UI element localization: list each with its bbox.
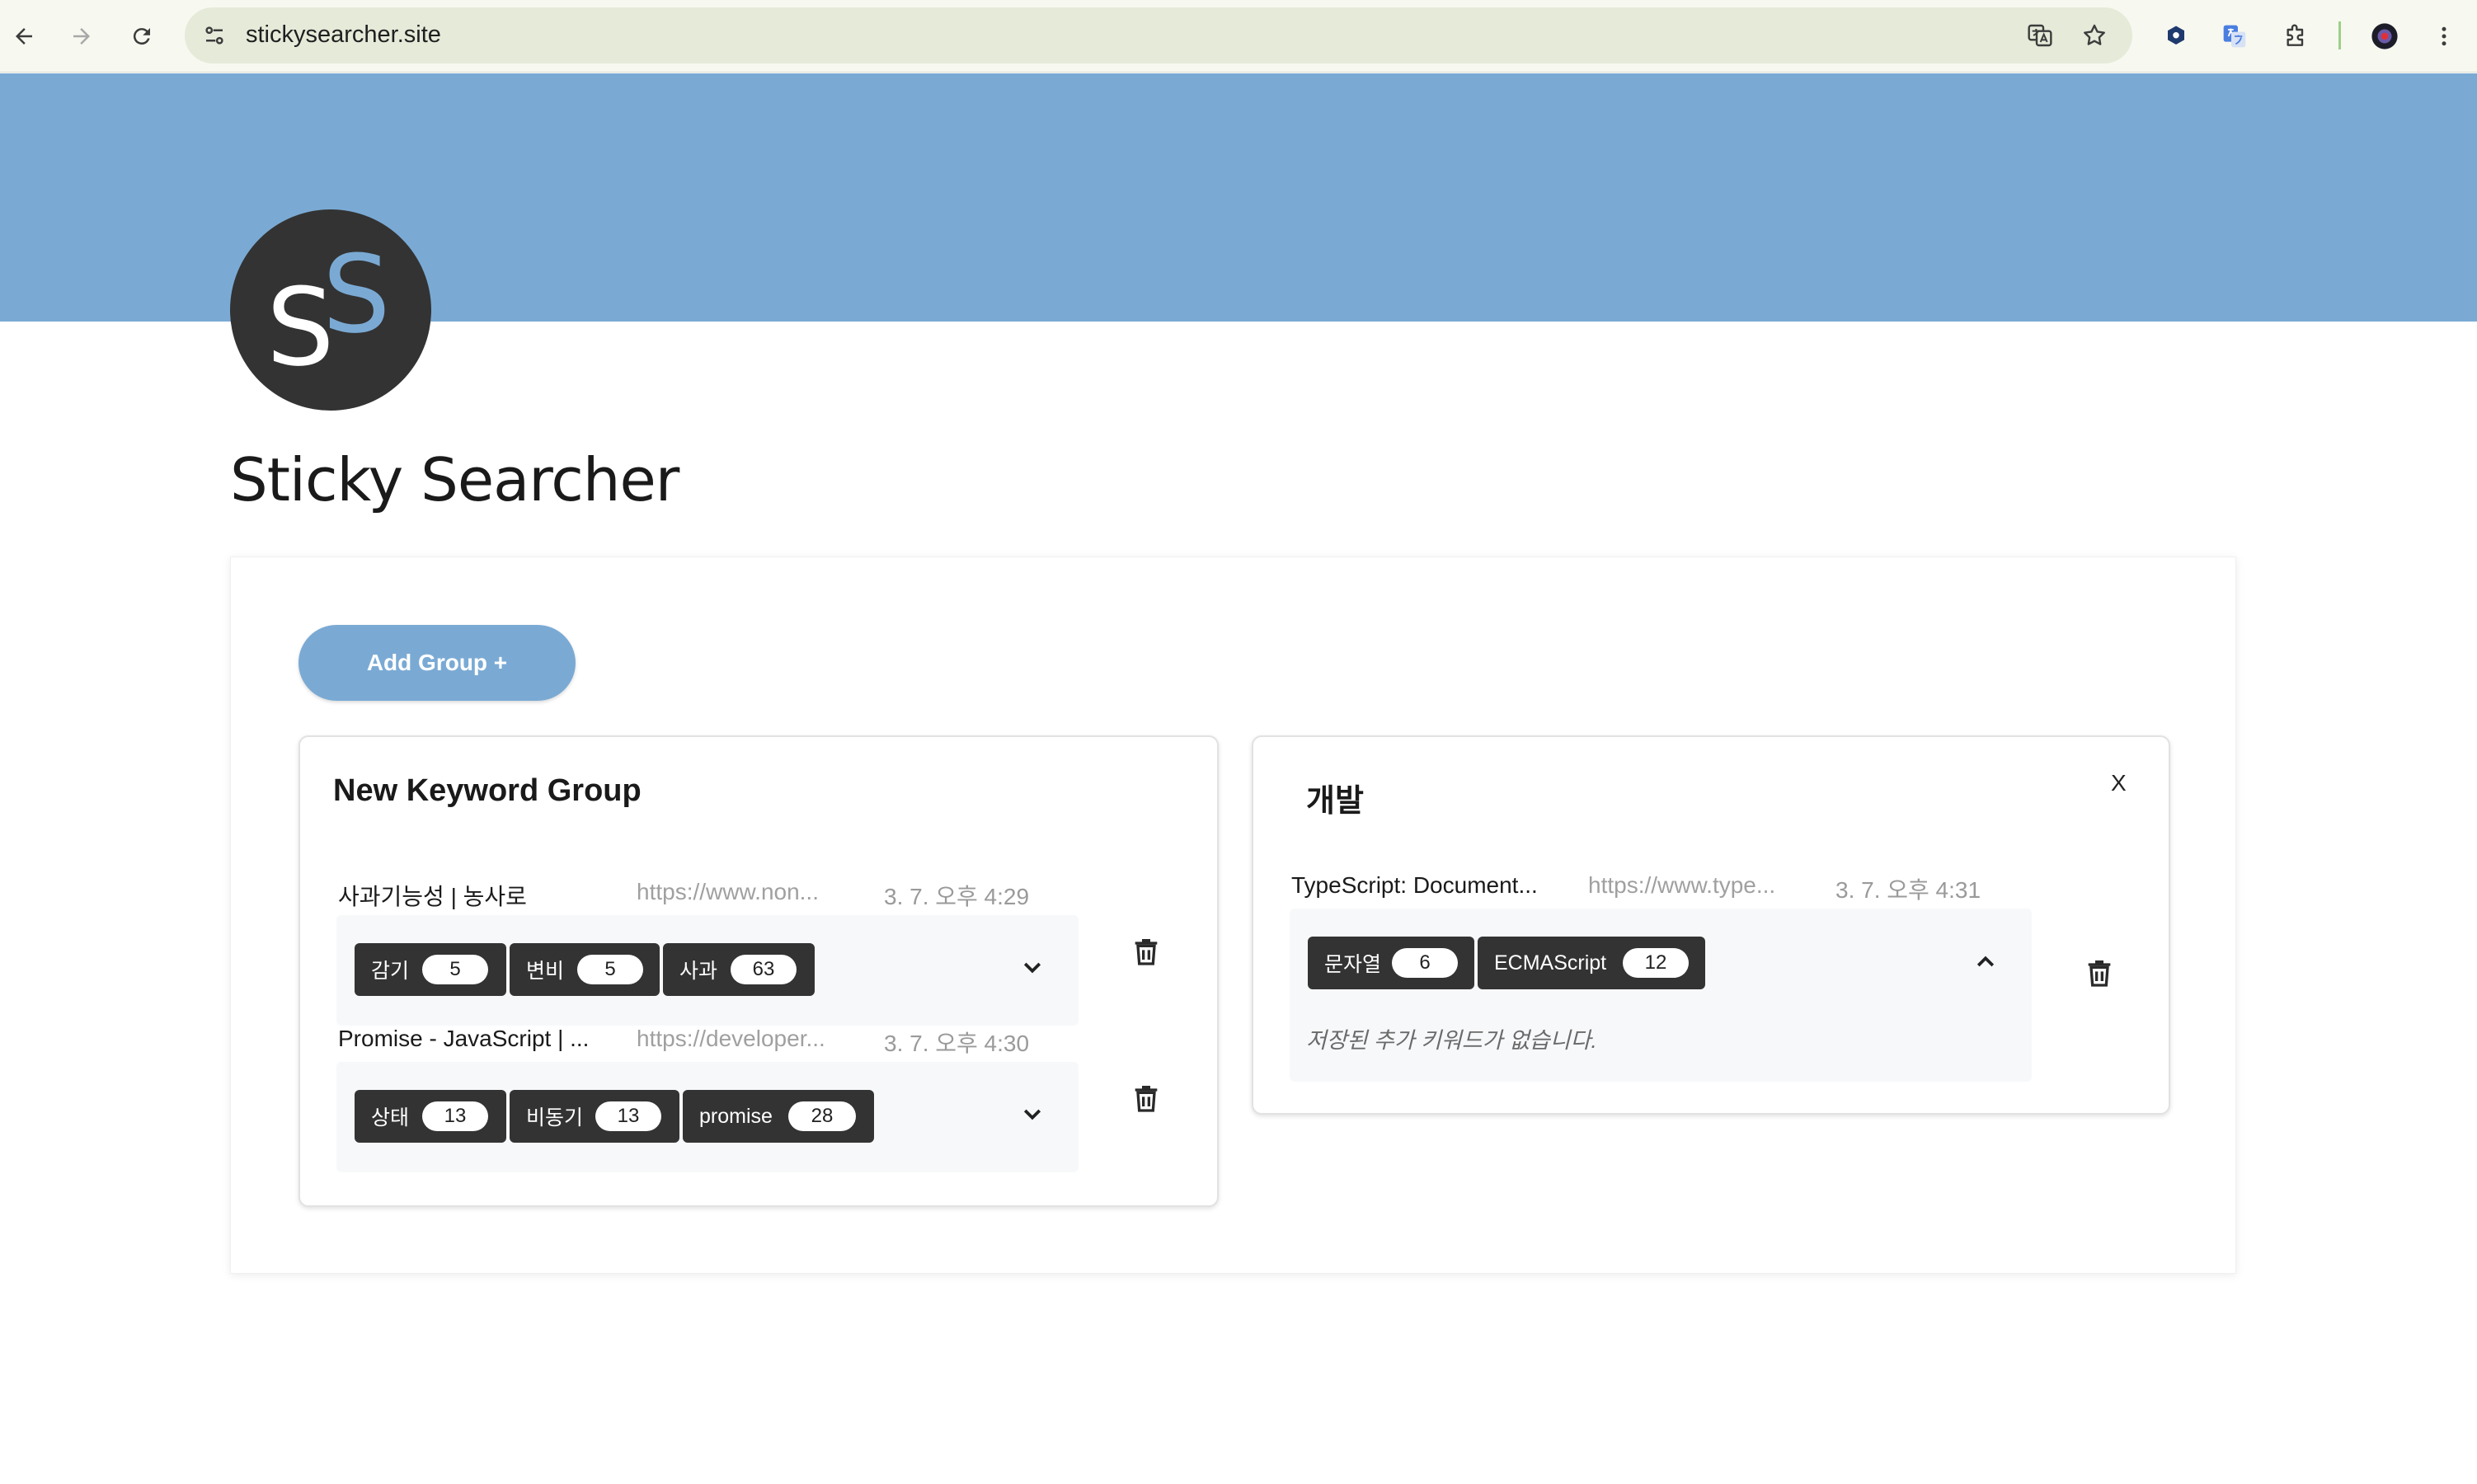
reload-icon[interactable] — [122, 16, 162, 56]
keyword-count: 5 — [422, 955, 488, 984]
keyword-group-card: New Keyword Group 사과기능성 | 농사로 https://ww… — [298, 735, 1219, 1207]
keyword-label: 상태 — [371, 1106, 410, 1129]
logo-letter: S — [322, 232, 391, 357]
keyword-count: 13 — [595, 1101, 661, 1131]
entry-date: 3. 7. 오후 4:30 — [884, 1031, 1030, 1056]
keyword-chip[interactable]: 상태 13 — [355, 1090, 506, 1143]
entry-url[interactable]: https://developer... — [637, 1026, 825, 1052]
no-extra-keywords-message: 저장된 추가 키워드가 없습니다. — [1306, 1028, 1597, 1053]
keyword-count: 12 — [1623, 948, 1689, 978]
more-menu-icon[interactable] — [2424, 16, 2464, 56]
chevron-down-icon[interactable] — [1016, 951, 1049, 984]
entry-url[interactable]: https://www.non... — [637, 879, 819, 905]
back-icon[interactable] — [4, 16, 44, 56]
keyword-list: 상태 13 비동기 13 promise 28 — [336, 1062, 1079, 1172]
keyword-chip[interactable]: 변비 5 — [510, 943, 660, 996]
forward-icon[interactable] — [62, 16, 101, 56]
keyword-count: 13 — [422, 1101, 488, 1131]
keyword-label: 비동기 — [526, 1106, 584, 1129]
trash-icon[interactable] — [2080, 953, 2119, 993]
keyword-label: promise — [699, 1104, 773, 1128]
keyword-chip[interactable]: 사과 63 — [663, 943, 815, 996]
main-panel: Add Group + New Keyword Group 사과기능성 | 농사… — [230, 556, 2236, 1274]
keyword-label: 감기 — [371, 960, 410, 983]
close-group-button[interactable]: X — [2111, 770, 2127, 796]
url-text[interactable]: stickysearcher.site — [246, 21, 441, 49]
keyword-label: 변비 — [526, 960, 565, 983]
keyword-count: 5 — [577, 955, 643, 984]
entry-date: 3. 7. 오후 4:31 — [1835, 877, 1981, 903]
keyword-label: ECMAScript — [1494, 951, 1607, 974]
address-bar[interactable]: stickysearcher.site — [185, 7, 2132, 63]
keyword-chip[interactable]: 문자열 6 — [1308, 937, 1474, 989]
keyword-list: 감기 5 변비 5 사과 63 — [336, 915, 1079, 1026]
chevron-down-icon[interactable] — [1016, 1098, 1049, 1131]
entry-date: 3. 7. 오후 4:29 — [884, 884, 1030, 909]
trash-icon[interactable] — [1126, 1078, 1166, 1118]
profile-avatar-icon[interactable] — [2365, 16, 2404, 56]
bookmark-star-icon[interactable] — [2078, 19, 2111, 52]
entry-title-link[interactable]: TypeScript: Document... — [1291, 872, 1538, 899]
toolbar-divider — [2338, 21, 2341, 49]
group-title: 개발 — [1306, 784, 1364, 819]
add-group-button[interactable]: Add Group + — [298, 625, 576, 701]
keyword-chip[interactable]: ECMAScript 12 — [1478, 937, 1705, 989]
google-translate-extension-icon[interactable] — [2215, 16, 2254, 56]
app-logo: S S — [230, 209, 431, 411]
translate-icon[interactable] — [2023, 19, 2056, 52]
group-title: New Keyword Group — [333, 773, 642, 808]
keyword-chip[interactable]: 감기 5 — [355, 943, 506, 996]
entry-title-link[interactable]: Promise - JavaScript | ... — [338, 1026, 589, 1052]
extensions-puzzle-icon[interactable] — [2276, 16, 2315, 56]
keyword-count: 6 — [1392, 948, 1458, 978]
browser-toolbar: stickysearcher.site — [0, 0, 2477, 73]
page-title: Sticky Searcher — [230, 445, 679, 514]
entry-title-link[interactable]: 사과기능성 | 농사로 — [338, 879, 527, 912]
keyword-list-expanded: 문자열 6 ECMAScript 12 저장된 추가 키워드가 없습니다. — [1290, 909, 2032, 1082]
keyword-count: 28 — [788, 1101, 856, 1131]
extension-shield-icon[interactable] — [2156, 16, 2196, 56]
entry-url[interactable]: https://www.type... — [1588, 872, 1775, 899]
keyword-label: 사과 — [679, 960, 718, 983]
chevron-up-icon[interactable] — [1969, 945, 2002, 978]
keyword-chip[interactable]: 비동기 13 — [510, 1090, 679, 1143]
site-info-icon[interactable] — [198, 19, 231, 52]
keyword-group-card: 개발 X TypeScript: Document... https://www… — [1252, 735, 2170, 1115]
trash-icon[interactable] — [1126, 932, 1166, 971]
keyword-count: 63 — [731, 955, 797, 984]
keyword-chip[interactable]: promise 28 — [683, 1090, 874, 1143]
keyword-label: 문자열 — [1324, 953, 1382, 976]
